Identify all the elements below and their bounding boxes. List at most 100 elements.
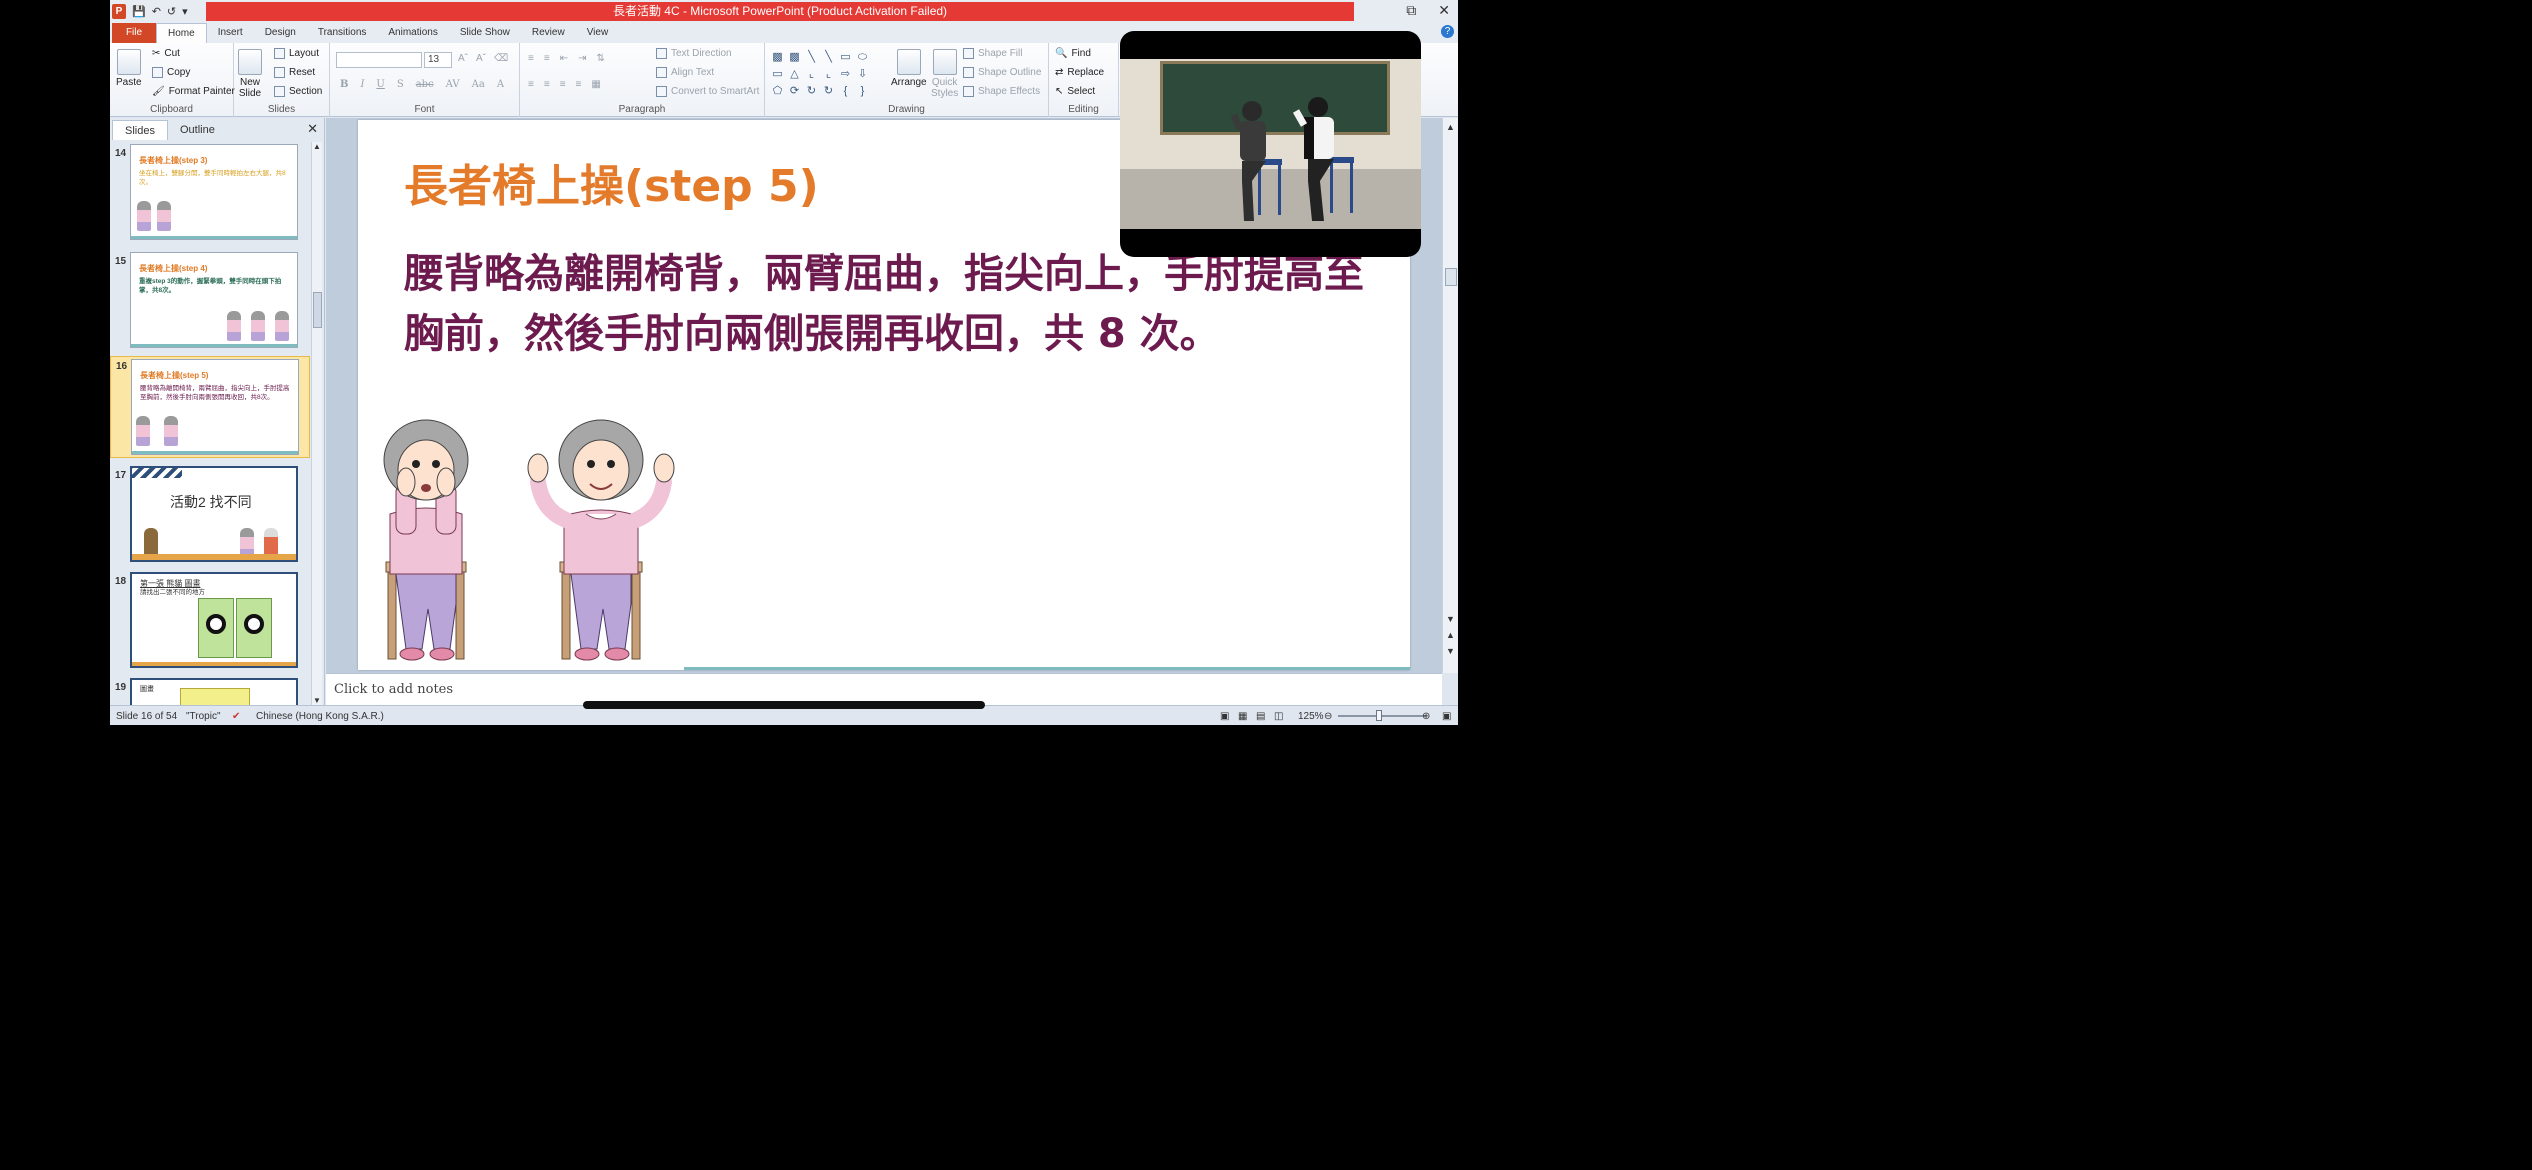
language-indicator[interactable]: Chinese (Hong Kong S.A.R.) bbox=[256, 711, 384, 722]
quick-styles-button[interactable]: Quick Styles bbox=[931, 49, 958, 99]
tab-slide-show[interactable]: Slide Show bbox=[449, 23, 521, 43]
slide-thumbnail-14[interactable]: 14 長者椅上操(step 3) 坐在椅上，雙腳分開，雙手同時輕拍左右大腿，共8… bbox=[110, 144, 310, 242]
tab-animations[interactable]: Animations bbox=[377, 23, 448, 43]
clear-format-icon[interactable]: ⌫ bbox=[494, 53, 508, 64]
slide-scrollbar[interactable]: ▲ ▼ ▲ ▼ bbox=[1442, 118, 1458, 673]
layout-button[interactable]: Layout bbox=[274, 48, 319, 59]
tab-design[interactable]: Design bbox=[254, 23, 307, 43]
slide-body-text[interactable]: 腰背略為離開椅背，兩臂屈曲，指尖向上，手肘提高至胸前，然後手肘向兩側張開再收回，… bbox=[404, 244, 1364, 364]
video-overlay[interactable] bbox=[1120, 31, 1421, 257]
tab-outline[interactable]: Outline bbox=[168, 120, 227, 140]
font-size-box[interactable]: 13 bbox=[424, 52, 452, 68]
shape-effects-button[interactable]: Shape Effects bbox=[963, 86, 1040, 97]
panel-scroll-thumb[interactable] bbox=[313, 292, 322, 328]
slide-thumbnail-16[interactable]: 16 長者椅上操(step 5) 腰背略為離開椅背，兩臂屈曲，指尖向上，手肘提高… bbox=[110, 356, 310, 458]
slideshow-view-icon[interactable]: ◫ bbox=[1274, 711, 1283, 722]
reset-button[interactable]: Reset bbox=[274, 67, 315, 78]
tab-slides[interactable]: Slides bbox=[112, 120, 168, 140]
tab-file[interactable]: File bbox=[112, 23, 156, 43]
slide-title[interactable]: 長者椅上操(step 5) bbox=[404, 150, 819, 214]
char-spacing-icon[interactable]: AV bbox=[446, 79, 460, 90]
clipboard-label: Clipboard bbox=[150, 104, 193, 115]
bullets-icon[interactable]: ≡ bbox=[528, 53, 534, 64]
zoom-in-icon[interactable]: ⊕ bbox=[1422, 711, 1430, 722]
tab-view[interactable]: View bbox=[576, 23, 620, 43]
normal-view-icon[interactable]: ▣ bbox=[1220, 711, 1229, 722]
previous-slide-icon[interactable]: ▲ bbox=[1446, 630, 1455, 640]
replace-button[interactable]: ⇄ Replace bbox=[1055, 67, 1104, 78]
strikethrough-icon[interactable]: abc bbox=[416, 79, 434, 90]
grandma-hands-on-cheeks-image[interactable] bbox=[366, 414, 486, 666]
tab-transitions[interactable]: Transitions bbox=[307, 23, 378, 43]
next-slide-icon[interactable]: ▼ bbox=[1446, 646, 1455, 656]
tab-review[interactable]: Review bbox=[521, 23, 576, 43]
decrease-indent-icon[interactable]: ⇤ bbox=[560, 53, 568, 64]
align-center-icon[interactable]: ≡ bbox=[544, 79, 550, 90]
zoom-level[interactable]: 125% bbox=[1298, 711, 1324, 722]
underline-icon[interactable]: U bbox=[376, 79, 384, 90]
tab-home[interactable]: Home bbox=[156, 23, 207, 43]
grow-font-icon[interactable]: Aˆ bbox=[458, 53, 468, 64]
editing-group: 🔍 Find ⇄ Replace ↖ Select Editing bbox=[1049, 43, 1119, 117]
slide-thumbnail-15[interactable]: 15 長者椅上操(step 4) 重複step 3的動作，握緊拳頭，雙手同時在頭… bbox=[110, 252, 310, 350]
shape-outline-button[interactable]: Shape Outline bbox=[963, 67, 1041, 78]
slide-sorter-icon[interactable]: ▦ bbox=[1238, 711, 1247, 722]
section-button[interactable]: Section bbox=[274, 86, 322, 97]
panel-scrollbar[interactable]: ▲ ▼ bbox=[311, 142, 322, 705]
cut-button[interactable]: ✂ Cut bbox=[152, 48, 180, 59]
shrink-font-icon[interactable]: Aˇ bbox=[476, 53, 486, 64]
fit-to-window-icon[interactable]: ▣ bbox=[1442, 711, 1451, 722]
align-text-button[interactable]: Align Text bbox=[656, 67, 714, 78]
arrange-button[interactable]: Arrange bbox=[891, 49, 927, 88]
zoom-slider-knob[interactable] bbox=[1376, 710, 1382, 721]
zoom-slider[interactable] bbox=[1338, 715, 1426, 717]
select-button[interactable]: ↖ Select bbox=[1055, 86, 1095, 97]
customize-qat-icon[interactable]: ▾ bbox=[182, 5, 188, 18]
undo-icon[interactable]: ↶ bbox=[152, 5, 161, 18]
new-slide-button[interactable]: New Slide bbox=[238, 49, 262, 99]
reading-view-icon[interactable]: ▤ bbox=[1256, 711, 1265, 722]
close-window-icon[interactable]: ✕ bbox=[1438, 2, 1450, 19]
clipboard-group: Paste ✂ Cut Copy 🖌 Format Painter Clipboar… bbox=[110, 43, 235, 117]
slide-scroll-thumb[interactable] bbox=[1445, 268, 1457, 286]
numbering-icon[interactable]: ≡ bbox=[544, 53, 550, 64]
line-spacing-icon[interactable]: ⇅ bbox=[596, 53, 604, 64]
redo-icon[interactable]: ↺ bbox=[167, 5, 176, 18]
spellcheck-icon[interactable]: ✔ bbox=[232, 711, 240, 722]
find-button[interactable]: 🔍 Find bbox=[1055, 48, 1091, 59]
scroll-up-icon[interactable]: ▲ bbox=[313, 142, 321, 151]
font-name-box[interactable] bbox=[336, 52, 422, 68]
thumbnail-underline bbox=[131, 344, 297, 347]
shapes-gallery[interactable]: ▩ ▩ ╲ ╲ ▭ ⬭ ▭ △ ⌞ ⌞ ⇨ ⇩ ⬠ ⟳ ↻ ↻{} bbox=[769, 49, 871, 100]
slide-thumbnail-18[interactable]: 18 第一張 熊貓 圖畫 請找出二張不同的地方 bbox=[110, 572, 310, 670]
change-case-icon[interactable]: Aa bbox=[472, 79, 485, 90]
shape-fill-button[interactable]: Shape Fill bbox=[963, 48, 1022, 59]
save-icon[interactable]: 💾 bbox=[132, 5, 146, 18]
close-panel-icon[interactable]: ✕ bbox=[307, 121, 318, 137]
columns-icon[interactable]: ▦ bbox=[591, 79, 600, 90]
home-indicator-bar[interactable] bbox=[583, 701, 985, 709]
grandma-hands-up-image[interactable] bbox=[526, 414, 676, 666]
align-left-icon[interactable]: ≡ bbox=[528, 79, 534, 90]
slide-thumbnail-17[interactable]: 17 活動2 找不同 bbox=[110, 466, 310, 564]
font-color-icon[interactable]: A bbox=[497, 79, 504, 90]
paste-button[interactable]: Paste bbox=[116, 49, 142, 88]
zoom-out-icon[interactable]: ⊖ bbox=[1324, 711, 1332, 722]
convert-smartart-button[interactable]: Convert to SmartArt bbox=[656, 86, 759, 97]
text-direction-button[interactable]: Text Direction bbox=[656, 48, 732, 59]
shadow-icon[interactable]: S bbox=[397, 79, 404, 90]
bold-icon[interactable]: B bbox=[340, 79, 348, 90]
format-painter-button[interactable]: 🖌 Format Painter bbox=[152, 86, 235, 97]
scroll-up-icon[interactable]: ▲ bbox=[1446, 122, 1455, 132]
slide-thumbnail-19[interactable]: 19 圖畫 bbox=[110, 678, 310, 705]
align-right-icon[interactable]: ≡ bbox=[560, 79, 566, 90]
scroll-down-icon[interactable]: ▼ bbox=[1446, 614, 1455, 624]
copy-button[interactable]: Copy bbox=[152, 67, 190, 78]
italic-icon[interactable]: I bbox=[360, 79, 364, 90]
justify-icon[interactable]: ≡ bbox=[576, 79, 582, 90]
tab-insert[interactable]: Insert bbox=[207, 23, 254, 43]
restore-icon[interactable]: ⧉ bbox=[1406, 2, 1416, 19]
increase-indent-icon[interactable]: ⇥ bbox=[578, 53, 586, 64]
help-icon[interactable]: ? bbox=[1441, 25, 1454, 38]
scroll-down-icon[interactable]: ▼ bbox=[313, 696, 321, 705]
